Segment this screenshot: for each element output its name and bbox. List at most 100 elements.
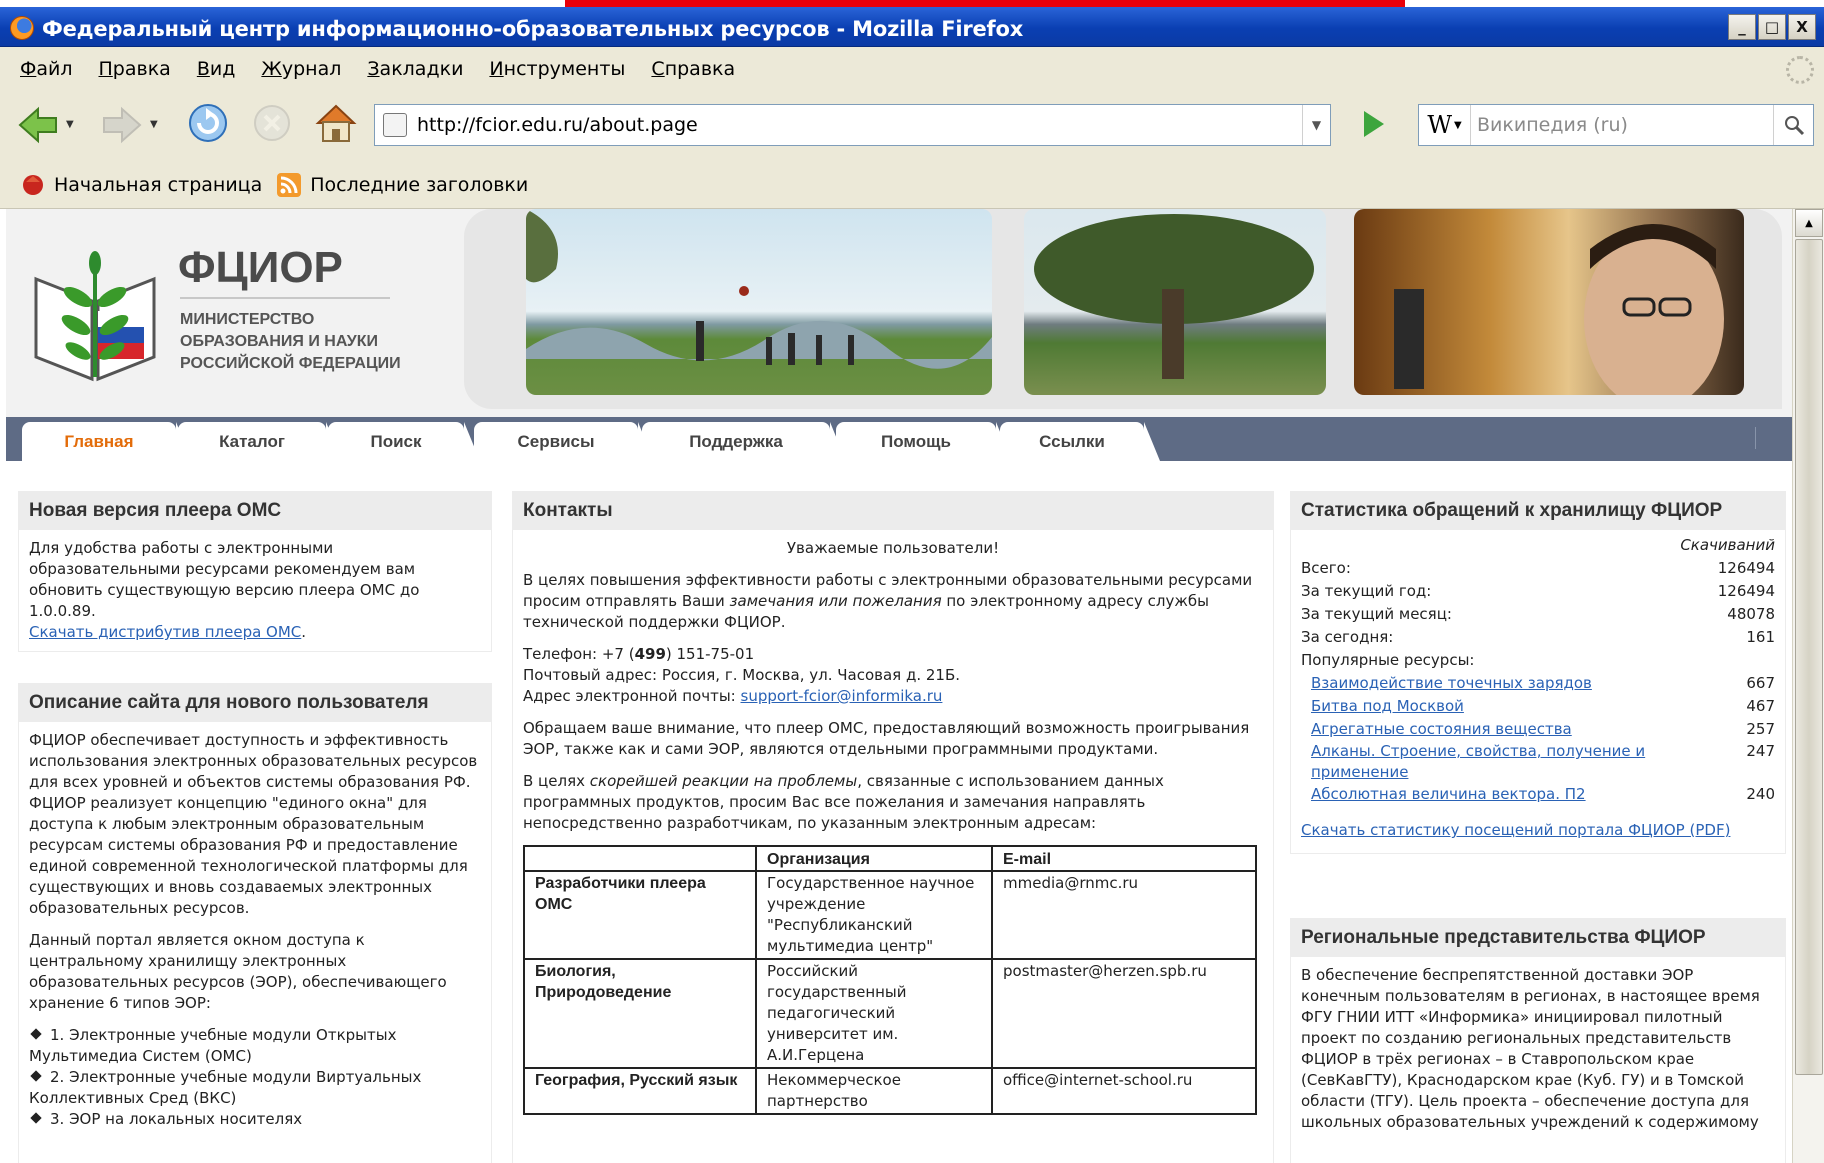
regional-box: Региональные представительства ФЦИОР В о… bbox=[1290, 918, 1786, 1163]
throbber-icon bbox=[1786, 56, 1814, 84]
back-history-chevron-icon[interactable]: ▼ bbox=[66, 119, 74, 130]
support-email-link[interactable]: support-fcior@informika.ru bbox=[741, 687, 943, 705]
menu-tools-accel: И bbox=[489, 58, 504, 80]
search-input[interactable]: Википедия (ru) bbox=[1471, 114, 1773, 136]
reload-icon[interactable] bbox=[186, 101, 230, 145]
bullet-diamond-icon bbox=[30, 1112, 42, 1124]
menu-view[interactable]: Вид bbox=[197, 58, 236, 80]
download-stats-link[interactable]: Скачать статистику посещений портала ФЦИ… bbox=[1301, 821, 1730, 839]
table-cell-subject: География, Русский язык bbox=[523, 1067, 757, 1115]
address-bar[interactable]: http://fcior.edu.ru/about.page ▼ bbox=[374, 104, 1331, 146]
table-row: География, Русский язык Некоммерческое п… bbox=[523, 1067, 1257, 1115]
forward-history-chevron-icon[interactable]: ▼ bbox=[150, 119, 158, 130]
contacts-title: Контакты bbox=[513, 492, 1273, 530]
popular-resource-count: 240 bbox=[1746, 785, 1775, 803]
stats-value: 161 bbox=[1746, 628, 1775, 646]
tab-support[interactable]: Поддержка bbox=[642, 422, 846, 461]
popular-resource-count: 667 bbox=[1746, 674, 1775, 692]
contacts-p4-italic: скорейшей реакции на проблемы bbox=[589, 772, 858, 790]
contacts-box: Контакты Уважаемые пользователи! В целях… bbox=[512, 491, 1274, 1163]
tab-search[interactable]: Поиск bbox=[328, 422, 480, 461]
tab-catalog[interactable]: Каталог bbox=[178, 422, 342, 461]
search-bar[interactable]: W ▼ Википедия (ru) bbox=[1418, 104, 1814, 146]
minimize-button[interactable]: _ bbox=[1728, 14, 1756, 40]
phone-code: 499 bbox=[634, 645, 666, 663]
menu-bookmarks[interactable]: Закладки bbox=[367, 58, 463, 80]
scroll-thumb[interactable] bbox=[1795, 239, 1823, 1075]
wikipedia-logo-icon: W bbox=[1427, 111, 1452, 139]
tab-services[interactable]: Сервисы bbox=[474, 422, 654, 461]
table-cell-organization: Российский государственный педагогически… bbox=[755, 958, 993, 1069]
forward-arrow-icon[interactable] bbox=[100, 103, 144, 147]
menu-bookmarks-label: акладки bbox=[379, 58, 464, 80]
menu-file[interactable]: Файл bbox=[20, 58, 73, 80]
stop-icon[interactable] bbox=[252, 103, 292, 143]
contacts-paragraph-4: В целях скорейшей реакции на проблемы, с… bbox=[523, 771, 1263, 834]
developers-table: Организация E-mail Разработчики плеера О… bbox=[523, 845, 1257, 1115]
title-bar[interactable]: Федеральный центр информационно-образова… bbox=[0, 7, 1824, 47]
contacts-paragraph-3: Обращаем ваше внимание, что плеер ОМС, п… bbox=[523, 719, 1250, 758]
menu-tools[interactable]: Инструменты bbox=[489, 58, 625, 80]
banner-photo-student bbox=[1354, 209, 1744, 395]
popular-resource-link[interactable]: Взаимодействие точечных зарядов bbox=[1311, 672, 1592, 695]
address-dropdown-icon[interactable]: ▼ bbox=[1302, 105, 1330, 145]
table-header-row: Организация E-mail bbox=[523, 845, 1257, 872]
tab-home[interactable]: Главная bbox=[22, 422, 192, 461]
banner-photo-tree bbox=[1024, 209, 1326, 395]
popular-resource-row: Абсолютная величина вектора. П2 240 bbox=[1301, 783, 1775, 806]
menu-history-label: урнал bbox=[281, 58, 342, 80]
table-header-cell: Организация bbox=[755, 845, 993, 872]
phone-label: Телефон: +7 ( bbox=[523, 645, 635, 663]
maximize-button[interactable]: □ bbox=[1758, 14, 1786, 40]
popular-resource-link[interactable]: Алканы. Строение, свойства, получение и … bbox=[1311, 741, 1691, 783]
popular-resource-row: Битва под Москвой 467 bbox=[1301, 695, 1775, 718]
menu-help[interactable]: Справка bbox=[651, 58, 735, 80]
list-item-text: 2. Электронные учебные модули Виртуальны… bbox=[29, 1068, 422, 1107]
scroll-up-arrow-icon[interactable]: ▲ bbox=[1795, 209, 1823, 237]
vertical-scrollbar[interactable]: ▲ bbox=[1792, 209, 1824, 1163]
firefox-logo-icon bbox=[10, 16, 34, 40]
popular-resource-link[interactable]: Абсолютная величина вектора. П2 bbox=[1311, 783, 1586, 806]
menu-edit-label: равка bbox=[112, 58, 171, 80]
search-icon[interactable] bbox=[1773, 105, 1813, 145]
phone-number: ) 151-75-01 bbox=[665, 645, 755, 663]
popular-label-text: Популярные ресурсы: bbox=[1301, 651, 1475, 669]
table-header-cell bbox=[523, 845, 757, 872]
list-item: 3. ЭОР на локальных носителях bbox=[29, 1109, 481, 1130]
bookmark-home-page[interactable]: Начальная страница bbox=[20, 172, 262, 198]
bullet-diamond-icon bbox=[30, 1070, 42, 1082]
regional-text: В обеспечение беспрепятственной доставки… bbox=[1301, 966, 1760, 1131]
menu-history[interactable]: Журнал bbox=[261, 58, 341, 80]
back-arrow-icon[interactable] bbox=[16, 103, 60, 147]
stats-value: 48078 bbox=[1727, 605, 1775, 623]
tab-help[interactable]: Помощь bbox=[836, 422, 1012, 461]
contacts-p4-start: В целях bbox=[523, 772, 590, 790]
address-input[interactable]: http://fcior.edu.ru/about.page bbox=[417, 114, 1302, 136]
popular-resource-link[interactable]: Агрегатные состояния вещества bbox=[1311, 718, 1572, 741]
list-item-text: 3. ЭОР на локальных носителях bbox=[50, 1110, 303, 1128]
home-icon[interactable] bbox=[314, 101, 358, 145]
download-player-link[interactable]: Скачать дистрибутив плеера ОМС bbox=[29, 623, 301, 641]
stats-row: За текущий месяц: 48078 bbox=[1301, 603, 1775, 626]
player-link-period: . bbox=[301, 623, 307, 641]
menu-edit[interactable]: Правка bbox=[99, 58, 171, 80]
stats-value: 126494 bbox=[1717, 582, 1775, 600]
regional-title: Региональные представительства ФЦИОР bbox=[1291, 919, 1785, 957]
go-arrow-icon[interactable] bbox=[1364, 111, 1384, 137]
menu-help-accel: С bbox=[651, 58, 665, 80]
tab-links[interactable]: Ссылки bbox=[1000, 422, 1160, 461]
player-update-box: Новая версия плеера ОМС Для удобства раб… bbox=[18, 491, 492, 652]
popular-resource-link[interactable]: Битва под Москвой bbox=[1311, 695, 1464, 718]
contacts-details: Телефон: +7 (499) 151-75-01 Почтовый адр… bbox=[523, 644, 1263, 707]
close-button[interactable]: X bbox=[1788, 14, 1816, 40]
player-update-body: Для удобства работы с электронными образ… bbox=[19, 530, 491, 651]
search-engine-selector[interactable]: W ▼ bbox=[1419, 105, 1471, 145]
site-logo-title[interactable]: ФЦИОР bbox=[178, 243, 343, 293]
postal-address: Почтовый адрес: Россия, г. Москва, ул. Ч… bbox=[523, 666, 961, 684]
bookmark-latest-headlines[interactable]: Последние заголовки bbox=[276, 172, 528, 198]
player-update-title: Новая версия плеера ОМС bbox=[19, 492, 491, 530]
stats-label: За текущий месяц: bbox=[1301, 605, 1452, 623]
table-cell-organization: Некоммерческое партнерство bbox=[755, 1067, 993, 1115]
menu-edit-accel: П bbox=[98, 58, 113, 80]
window-controls: _ □ X bbox=[1728, 14, 1816, 40]
